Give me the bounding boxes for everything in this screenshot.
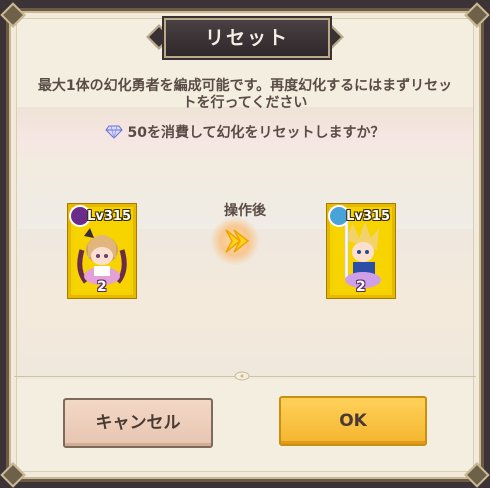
confirm-line: 50を消費して幻化をリセットしますか？ [0,122,490,142]
hero-level: Lv315 [87,209,131,224]
arrow-icon [210,216,260,266]
ok-button[interactable]: OK [279,396,427,446]
hero-level: Lv315 [346,209,390,224]
title-header: リセット [140,14,350,58]
divider-ornament [234,371,250,381]
title-plate: リセット [164,18,330,58]
dialog-title: リセット [204,27,289,49]
hero-star-count: 2 [356,279,366,295]
hero-card-after: Lv315 2 [327,204,395,298]
hero-card-before: Lv315 2 [68,204,136,298]
cancel-button[interactable]: キャンセル [63,398,213,448]
confirm-text: 50を消費して幻化をリセットしますか？ [127,125,385,141]
diamond-icon [105,125,124,139]
hero-star-count: 2 [97,279,107,295]
dialog-message: 最大1体の幻化勇者を編成可能です。再度幻化するにはまずリセットを行ってください [37,78,453,111]
